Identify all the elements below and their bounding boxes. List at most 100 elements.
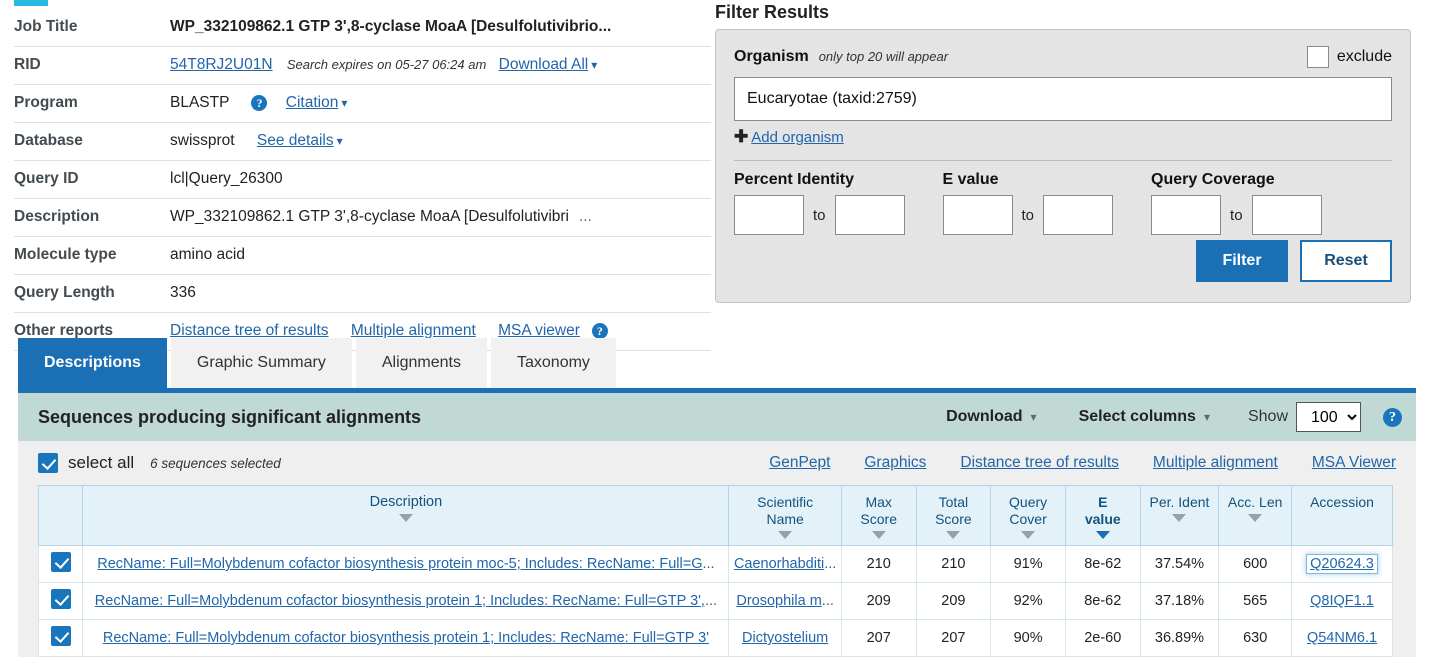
row-scientific-name-link[interactable]: Dictyostelium [742,630,828,646]
see-details-link[interactable]: See details [257,132,334,149]
row-accession-link[interactable]: Q20624.3 [1306,554,1378,574]
help-icon-results[interactable]: ? [1383,407,1402,427]
sort-arrow-icon[interactable] [1095,531,1110,539]
reset-button[interactable]: Reset [1300,240,1392,282]
show-count-select[interactable]: 100 [1296,402,1361,432]
info-row-molecule-type: Molecule type amino acid [14,236,711,275]
organism-input[interactable] [734,77,1392,121]
row-max-score-cell: 207 [840,619,917,657]
sort-arrow-icon[interactable] [1248,514,1263,522]
row-acc-len-cell: 600 [1218,545,1292,583]
row-scientific-name-ellipsis: ... [821,593,834,609]
percent-identity-to-label: to [813,206,826,224]
info-row-rid: RID 54T8RJ2U01N Search expires on 05-27 … [14,46,711,85]
sort-arrow-icon[interactable] [1172,514,1187,522]
filter-buttons: Filter Reset [1196,240,1392,282]
plus-icon[interactable]: ✚ [734,127,748,146]
column-header-per-ident[interactable]: Per. Ident [1139,485,1220,546]
exclude-checkbox[interactable] [1306,46,1329,68]
table-row[interactable]: RecName: Full=Molybdenum cofactor biosyn… [37,545,1393,583]
query-coverage-from-input[interactable] [1151,195,1222,235]
column-header-acc-len[interactable]: Acc. Len [1218,485,1292,546]
download-all-link[interactable]: Download All [499,56,589,73]
e-value-group: E value to [942,171,1114,235]
help-icon-other-reports[interactable]: ? [591,322,608,339]
tab-taxonomy[interactable]: Taxonomy [491,338,616,388]
row-scientific-name-link[interactable]: Caenorhabditi [734,556,824,572]
sort-arrow-icon[interactable] [946,531,961,539]
distance-tree-of-results-link[interactable]: Distance tree of results [960,454,1119,472]
chevron-down-icon[interactable]: ▾ [337,134,343,148]
add-organism-link[interactable]: Add organism [751,129,844,146]
column-header-checkbox [37,485,84,546]
select-all-checkbox[interactable] [38,453,58,473]
row-checkbox[interactable] [50,626,71,646]
row-scientific-name-link[interactable]: Drosophila m [736,593,821,609]
msa-viewer-link[interactable]: MSA Viewer [1312,454,1396,472]
percent-identity-from-input[interactable] [734,195,804,235]
msa-viewer-link[interactable]: MSA viewer [498,322,580,339]
row-checkbox[interactable] [50,589,71,609]
select-columns-menu[interactable]: Select columns ▾ [1079,408,1210,426]
results-title: Sequences producing significant alignmen… [38,406,422,427]
filter-results-title: Filter Results [715,2,830,22]
info-row-job-title: Job Title WP_332109862.1 GTP 3',8-cyclas… [14,8,711,47]
row-e-value-cell: 8e-62 [1064,545,1141,583]
citation-link[interactable]: Citation [286,94,339,111]
select-all-label: select all [68,453,135,472]
row-checkbox[interactable] [50,552,71,572]
sort-arrow-icon[interactable] [871,531,886,539]
row-description-link[interactable]: RecName: Full=Molybdenum cofactor biosyn… [95,593,705,609]
accent-bar [14,0,48,6]
query-coverage-to-input[interactable] [1251,195,1322,235]
row-description-link[interactable]: RecName: Full=Molybdenum cofactor biosyn… [97,556,702,572]
column-header-e-value[interactable]: Evalue [1064,485,1141,546]
info-value-rid: 54T8RJ2U01N Search expires on 05-27 06:2… [170,46,711,85]
column-header-accession-label: Accession [1310,494,1374,510]
distance-tree-link[interactable]: Distance tree of results [170,322,329,339]
table-row[interactable]: RecName: Full=Molybdenum cofactor biosyn… [37,582,1393,620]
table-row[interactable]: RecName: Full=Molybdenum cofactor biosyn… [37,619,1393,657]
column-header-description[interactable]: Description [82,485,730,546]
row-max-score-cell: 210 [840,545,917,583]
row-checkbox-cell [37,582,84,620]
info-value-molecule-type: amino acid [170,236,711,275]
filter-divider [734,160,1392,161]
sort-arrow-icon[interactable] [398,514,413,522]
chevron-down-icon[interactable]: ▾ [591,58,597,72]
e-value-to-input[interactable] [1043,195,1114,235]
percent-identity-to-input[interactable] [834,195,905,235]
column-header-max-score[interactable]: Max Score [840,485,917,546]
row-scientific-name-cell: Drosophila m... [728,582,842,620]
tab-alignments[interactable]: Alignments [355,338,487,388]
tab-graphic-summary[interactable]: Graphic Summary [170,338,352,388]
sort-arrow-icon[interactable] [778,531,793,539]
multiple-alignment-link[interactable]: Multiple alignment [351,322,476,339]
multiple-alignment-link[interactable]: Multiple alignment [1153,454,1278,472]
column-header-scientific-name[interactable]: Scientific Name [728,485,842,546]
row-accession-link[interactable]: Q54NM6.1 [1307,630,1377,646]
column-header-query-cover[interactable]: Query Cover [990,485,1066,546]
row-accession-cell: Q20624.3 [1291,545,1393,583]
row-accession-cell: Q54NM6.1 [1291,619,1393,657]
graphics-link[interactable]: Graphics [864,454,926,472]
sort-arrow-icon[interactable] [1021,531,1036,539]
tab-descriptions[interactable]: Descriptions [18,338,167,388]
job-info-table: Job Title WP_332109862.1 GTP 3',8-cyclas… [14,8,711,351]
row-total-score-cell: 210 [915,545,992,583]
e-value-from-input[interactable] [942,195,1013,235]
download-menu[interactable]: Download ▾ [946,408,1036,426]
query-coverage-inputs: to [1151,195,1322,235]
column-header-total-score[interactable]: Total Score [915,485,992,546]
filter-button[interactable]: Filter [1196,240,1288,282]
chevron-down-icon[interactable]: ▾ [341,96,347,110]
row-query-cover-cell: 92% [990,582,1066,620]
rid-link[interactable]: 54T8RJ2U01N [170,56,273,73]
row-accession-link[interactable]: Q8IQF1.1 [1310,593,1374,609]
row-scientific-name-cell: Dictyostelium [728,619,842,657]
help-icon-program[interactable]: ? [251,94,268,111]
genpept-link[interactable]: GenPept [769,454,830,472]
row-description-link[interactable]: RecName: Full=Molybdenum cofactor biosyn… [103,630,709,646]
top-area: Job Title WP_332109862.1 GTP 3',8-cyclas… [0,0,1436,351]
column-header-description-label: Description [369,494,443,510]
